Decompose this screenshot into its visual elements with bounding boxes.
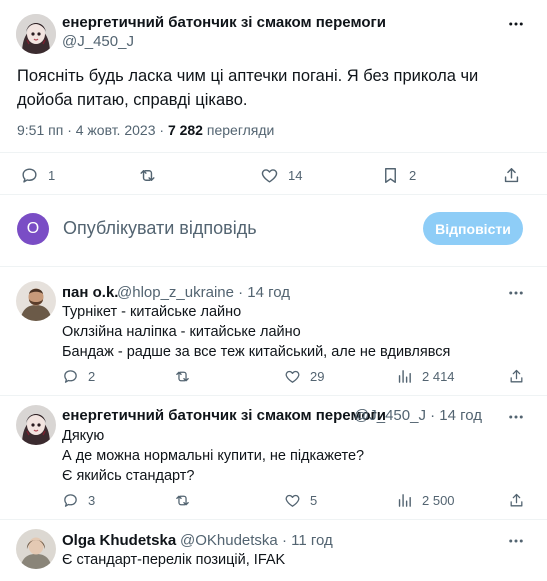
reply-action[interactable]: 2 [62, 368, 95, 385]
reply-icon [64, 370, 77, 383]
reply-icon [64, 494, 77, 507]
retweet-action[interactable] [138, 166, 166, 185]
author-handle[interactable]: @J_450_J [62, 33, 134, 50]
user-avatar[interactable]: O [17, 213, 49, 245]
reply-count: 3 [88, 493, 96, 508]
bookmark-count: 2 [409, 168, 417, 183]
tweet-timestamp[interactable]: 9:51 пп · 4 жовт. 2023 · [17, 122, 168, 138]
author-handle-time[interactable]: @hlop_z_ukraine · 14 год [117, 284, 290, 301]
author-name[interactable]: пан o.k. [62, 284, 118, 301]
more-icon[interactable] [506, 531, 526, 551]
reply-action[interactable]: 3 [62, 492, 95, 509]
reply-icon [22, 168, 37, 183]
like-count: 14 [288, 168, 303, 183]
author-avatar[interactable] [16, 405, 56, 445]
author-name[interactable]: енергетичний батончик зі смаком перемоги [62, 14, 386, 31]
text-line: Турнікет - китайське лайно [62, 304, 242, 320]
author-avatar[interactable] [16, 14, 56, 54]
like-action[interactable]: 14 [260, 166, 302, 185]
like-action[interactable]: 5 [284, 492, 317, 509]
divider [0, 266, 547, 267]
text-line: Оклзійна наліпка - китайське лайно [62, 324, 301, 340]
share-icon [510, 493, 523, 507]
text-line: А де можна нормальні купити, не підкажет… [62, 448, 365, 464]
reply-action[interactable]: 1 [20, 166, 55, 185]
author-avatar[interactable] [16, 281, 56, 321]
views-action[interactable]: 2 500 [396, 492, 455, 509]
author-name[interactable]: енергетичний батончик зі смаком перемоги [62, 407, 386, 424]
heart-icon [261, 169, 278, 183]
share-action[interactable] [502, 166, 521, 185]
share-action[interactable] [508, 492, 525, 509]
bookmark-icon [385, 168, 396, 183]
retweet-icon [140, 170, 155, 181]
reply-text: Є стандарт-перелік позицій, IFAK [62, 550, 285, 570]
reply-text: Турнікет - китайське лайно Оклзійна налі… [62, 302, 450, 362]
author-handle-time[interactable]: @OKhudetska · 11 год [180, 532, 333, 549]
retweet-icon [176, 495, 189, 506]
views-count: 7 282 [167, 122, 203, 138]
divider [0, 395, 547, 396]
author-handle-time[interactable]: @J_450_J · 14 год [354, 407, 482, 424]
bookmark-action[interactable]: 2 [381, 166, 416, 185]
heart-icon [285, 370, 300, 383]
text-line: Є якийсь стандарт? [62, 468, 195, 484]
reply-button[interactable]: Відповісти [423, 212, 523, 245]
divider [0, 194, 547, 195]
retweet-action[interactable] [174, 492, 200, 509]
share-icon [504, 168, 519, 183]
heart-icon [285, 494, 300, 507]
divider [0, 152, 547, 153]
like-action[interactable]: 29 [284, 368, 324, 385]
like-count: 5 [310, 493, 318, 508]
views-chart-icon [398, 370, 411, 383]
retweet-action[interactable] [174, 368, 200, 385]
tweet-text: Поясніть будь ласка чим ці аптечки поган… [17, 67, 479, 109]
more-icon[interactable] [506, 14, 526, 34]
text-line: Є стандарт-перелік позицій, IFAK [62, 552, 286, 568]
text-line: Дякую [62, 428, 105, 444]
like-count: 29 [310, 369, 325, 384]
views-chart-icon [398, 494, 411, 507]
author-name[interactable]: Olga Khudetska [62, 532, 176, 549]
text-line: Бандаж - радше за все теж китайський, ал… [62, 344, 451, 360]
reply-text: Дякую А де можна нормальні купити, не пі… [62, 426, 364, 486]
author-avatar[interactable] [16, 529, 56, 569]
more-icon[interactable] [506, 407, 526, 427]
views-count: 2 500 [422, 493, 455, 508]
reply-count: 2 [88, 369, 96, 384]
more-icon[interactable] [506, 283, 526, 303]
divider [0, 519, 547, 520]
views-label: перегляди [202, 122, 275, 138]
reply-input[interactable]: Опублікувати відповідь [63, 218, 257, 239]
share-action[interactable] [508, 368, 525, 385]
reply-count: 1 [48, 168, 56, 183]
views-count: 2 414 [422, 369, 455, 384]
share-icon [510, 369, 523, 383]
tweet-meta: 9:51 пп · 4 жовт. 2023 · 7 282 перегляди [17, 122, 274, 138]
views-action[interactable]: 2 414 [396, 368, 455, 385]
retweet-icon [176, 371, 189, 382]
